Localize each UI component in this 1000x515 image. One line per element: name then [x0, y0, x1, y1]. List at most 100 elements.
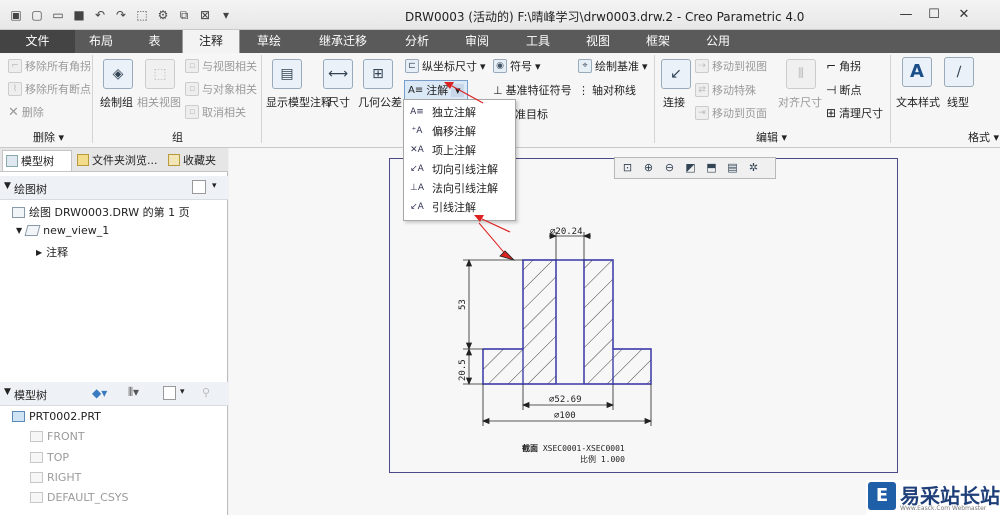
tab-frame[interactable]: 框架 [628, 30, 688, 53]
regenerate-icon[interactable]: ⚙ [155, 7, 171, 23]
tree-item-default-csys[interactable]: DEFAULT_CSYS [30, 491, 129, 504]
tab-table[interactable]: 表 [127, 30, 182, 53]
note-button[interactable]: A≡ 注解 ▾ [404, 80, 469, 100]
connect-icon[interactable]: ↙ [661, 59, 691, 89]
close-window-icon[interactable]: ⊠ [197, 7, 213, 23]
dimension-icon[interactable]: ⟷ [323, 59, 353, 89]
tab-model-tree[interactable]: 模型树 [2, 150, 72, 171]
dimension-button[interactable]: 尺寸 [328, 94, 350, 110]
search-tree-icon[interactable]: ⚲ [202, 386, 210, 399]
tab-annotate[interactable]: 注释 [182, 30, 240, 53]
graphics-area[interactable]: ⊡ ⊕ ⊖ ◩ ⬒ ▤ ✲ ⌀20.24 53 20.5 ⌀52.69 ⌀100… [229, 148, 1000, 515]
drawing-tree-header: ▼ 绘图树 ▾ [0, 176, 228, 200]
corner-button[interactable]: ⌐ 角拐 [826, 58, 861, 74]
tree-item-part[interactable]: PRT0002.PRT [12, 410, 101, 423]
show-icon[interactable]: ◆▾ [92, 386, 107, 400]
ordinate-dim-button[interactable]: ⊏ 纵坐标尺寸 ▾ [405, 58, 486, 74]
menu-item-tangent-leader-note[interactable]: ↙A 切向引线注解 [404, 160, 515, 179]
undo-icon[interactable]: ↶ [92, 7, 108, 23]
tree-filter-icon[interactable]: ⫴▾ [128, 385, 139, 400]
tab-favorites[interactable]: 收藏夹 [165, 150, 225, 171]
show-model-annotation-button[interactable]: 显示模型注释 [266, 94, 332, 110]
tree-item-front-plane[interactable]: FRONT [30, 430, 85, 443]
draw-datum-button[interactable]: ⌖ 绘制基准 ▾ [578, 58, 648, 74]
clean-dims-button[interactable]: ⊞ 清理尺寸 [826, 105, 883, 121]
expand-down-icon[interactable]: ▼ [16, 226, 22, 235]
close-button[interactable]: ✕ [951, 4, 977, 26]
tab-file[interactable]: 文件 [0, 30, 75, 53]
maximize-button[interactable]: ☐ [921, 4, 947, 26]
menu-item-offset-note[interactable]: ⁺A 偏移注解 [404, 122, 515, 141]
move-to-page-button[interactable]: ⇥ 移动到页面 [695, 105, 767, 121]
break-point-button[interactable]: ⊣ 断点 [826, 82, 861, 98]
relate-to-view-button[interactable]: ▫ 与视图相关 [185, 58, 257, 74]
gtol-icon[interactable]: ⊞ [363, 59, 393, 89]
collapse-arrow-icon[interactable]: ▼ [4, 387, 11, 397]
menu-item-unattached-note[interactable]: A≡ 独立注解 [404, 103, 515, 122]
move-special-button[interactable]: ⇄ 移动特殊 [695, 82, 756, 98]
tab-common[interactable]: 公用 [688, 30, 748, 53]
remove-all-breaks-button[interactable]: ⌇ 移除所有断点 [8, 81, 91, 97]
new-icon[interactable]: ▢ [29, 7, 45, 23]
folder-icon [77, 154, 89, 166]
tab-review[interactable]: 审阅 [446, 30, 508, 53]
tab-sketch[interactable]: 草绘 [240, 30, 298, 53]
tab-tools[interactable]: 工具 [508, 30, 568, 53]
menu-item-leader-note[interactable]: ↙A 引线注解 [404, 198, 515, 217]
tree-item-right-plane[interactable]: RIGHT [30, 471, 81, 484]
window-switch-icon[interactable]: ⧉ [176, 7, 192, 23]
tree-columns-icon[interactable] [163, 386, 176, 400]
app-icon[interactable]: ▣ [8, 7, 24, 23]
redo-icon[interactable]: ↷ [113, 7, 129, 23]
remove-all-corners-button[interactable]: ⌐ 移除所有角拐 [8, 58, 91, 74]
note-dropdown-chevron-icon[interactable]: ▾ [451, 83, 465, 97]
menu-item-on-item-note[interactable]: ✕A 项上注解 [404, 141, 515, 160]
draw-group-icon[interactable]: ◈ [103, 59, 133, 89]
expand-right-icon[interactable]: ▶ [36, 248, 42, 257]
align-dimensions-button[interactable]: 对齐尺寸 [778, 94, 822, 110]
menu-item-normal-leader-note[interactable]: ⊥A 法向引线注解 [404, 179, 515, 198]
format-group-label[interactable]: 格式 ▾ [968, 129, 999, 145]
align-dimensions-icon[interactable]: ⫴ [786, 59, 816, 89]
connect-button[interactable]: 连接 [663, 94, 685, 110]
tree-item-annotations[interactable]: ▶ 注释 [36, 244, 68, 260]
tab-layout[interactable]: 布局 [75, 30, 127, 53]
open-icon[interactable]: ▭ [50, 7, 66, 23]
tree-item-top-plane[interactable]: TOP [30, 451, 69, 464]
datum-feature-symbol-button[interactable]: ⊥ 基准特征符号 [493, 82, 572, 98]
save-icon[interactable]: ■ [71, 7, 87, 23]
text-style-icon[interactable]: A [902, 57, 932, 87]
select-box-icon[interactable]: ⬚ [134, 7, 150, 23]
tab-view[interactable]: 视图 [568, 30, 628, 53]
draw-group-button[interactable]: 绘制组 [100, 94, 133, 110]
relate-to-object-button[interactable]: ▫ 与对象相关 [185, 81, 257, 97]
collapse-arrow-icon[interactable]: ▼ [4, 181, 11, 191]
customize-icon[interactable]: ▾ [218, 7, 234, 23]
show-model-annotation-icon[interactable]: ▤ [272, 59, 302, 89]
view-icon [24, 225, 41, 236]
related-view-button[interactable]: 相关视图 [137, 94, 181, 110]
related-view-icon[interactable]: ⬚ [145, 59, 175, 89]
line-style-icon[interactable]: ∕ [944, 57, 974, 87]
tab-folder-browser[interactable]: 文件夹浏览... [74, 150, 162, 171]
tree-settings-icon[interactable] [192, 180, 206, 194]
tab-analysis[interactable]: 分析 [388, 30, 446, 53]
tree-item-drawing-sheet[interactable]: 绘图 DRW0003.DRW 的第 1 页 [12, 204, 190, 220]
delete-button[interactable]: ✕ 删除 [8, 104, 44, 120]
text-style-button[interactable]: 文本样式 [896, 94, 940, 110]
tree-item-new-view[interactable]: ▼ new_view_1 [16, 224, 109, 237]
tree-settings-chevron-icon[interactable]: ▾ [212, 181, 217, 191]
navigator-tabs: 模型树 文件夹浏览... 收藏夹 [0, 148, 228, 172]
axis-symmetry-button[interactable]: ⋮ 轴对称线 [578, 82, 636, 98]
symbol-button[interactable]: ◉ 符号 ▾ [493, 58, 541, 74]
delete-group-label[interactable]: 删除 ▾ [33, 129, 64, 145]
line-style-button[interactable]: 线型 [947, 94, 969, 110]
edit-group-label[interactable]: 编辑 ▾ [756, 129, 787, 145]
minimize-button[interactable]: — [893, 4, 919, 26]
draw-datum-icon: ⌖ [578, 59, 592, 73]
tree-columns-chevron-icon[interactable]: ▾ [180, 387, 185, 397]
move-to-view-button[interactable]: ⇢ 移动到视图 [695, 58, 767, 74]
cancel-relate-button[interactable]: ▫ 取消相关 [185, 104, 246, 120]
gtol-button[interactable]: 几何公差 [358, 94, 402, 110]
tab-legacy-migration[interactable]: 继承迁移 [298, 30, 388, 53]
